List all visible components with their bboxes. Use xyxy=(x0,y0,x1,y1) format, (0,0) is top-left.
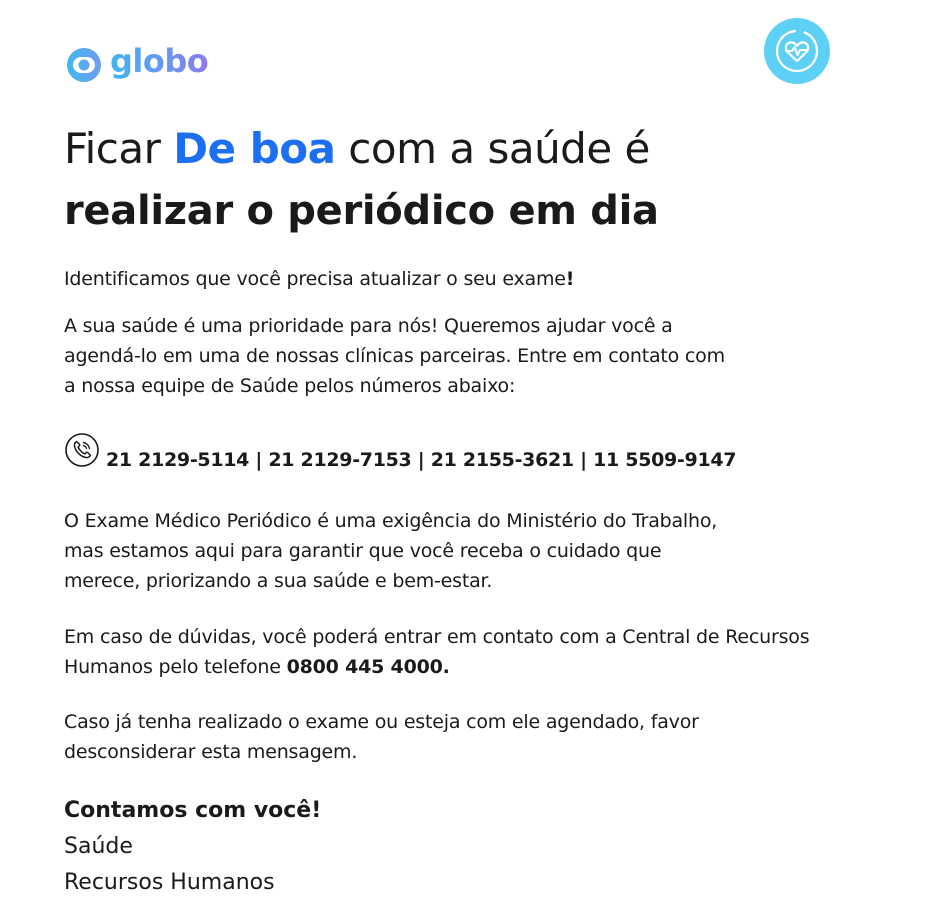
paragraph-line: merece, priorizando a sua saúde e bem-es… xyxy=(64,570,493,592)
paragraph-contact-hr: Em caso de dúvidas, você poderá entrar e… xyxy=(64,622,810,682)
paragraph-line: mas estamos aqui para garantir que você … xyxy=(64,540,662,562)
paragraph-line: Caso já tenha realizado o exame ou estej… xyxy=(64,711,699,733)
paragraph-line: a nossa equipe de Saúde pelos números ab… xyxy=(64,375,516,397)
headline-accent: De boa xyxy=(173,124,336,173)
phone-numbers-row: 21 2129-5114 | 21 2129-7153 | 21 2155-36… xyxy=(64,432,737,473)
globo-logo: globo xyxy=(64,40,209,86)
heart-pulse-icon xyxy=(775,29,819,73)
globo-logo-icon xyxy=(67,48,101,82)
paragraph-line: desconsiderar esta mensagem. xyxy=(64,741,358,763)
signature-team: Recursos Humanos xyxy=(64,870,275,895)
signature-closing: Contamos com você! xyxy=(64,798,322,823)
intro-paragraph: Identificamos que você precisa atualizar… xyxy=(64,264,574,294)
headline-suffix: com a saúde é xyxy=(335,124,650,173)
paragraph-line: Humanos pelo telefone xyxy=(64,656,287,678)
intro-mark: ! xyxy=(565,268,575,290)
paragraph-disregard: Caso já tenha realizado o exame ou estej… xyxy=(64,707,699,767)
paragraph-line: O Exame Médico Periódico é uma exigência… xyxy=(64,510,718,532)
headline: Ficar De boa com a saúde é realizar o pe… xyxy=(64,118,864,242)
hr-phone-number[interactable]: 0800 445 4000. xyxy=(287,656,450,678)
headline-prefix: Ficar xyxy=(64,124,174,173)
phone-icon xyxy=(65,433,99,467)
headline-line-2: realizar o periódico em dia xyxy=(64,188,659,234)
headline-line-1: Ficar De boa com a saúde é xyxy=(64,118,864,180)
health-badge xyxy=(764,18,830,84)
email-page: globo Ficar De boa com a saúde é realiza… xyxy=(0,0,930,907)
paragraph-line: Em caso de dúvidas, você poderá entrar e… xyxy=(64,626,810,648)
paragraph-priority: A sua saúde é uma prioridade para nós! Q… xyxy=(64,311,725,401)
paragraph-requirement: O Exame Médico Periódico é uma exigência… xyxy=(64,506,717,596)
signature-department: Saúde xyxy=(64,834,133,859)
globo-wordmark: globo xyxy=(110,42,209,80)
paragraph-line: agendá-lo em uma de nossas clínicas parc… xyxy=(64,345,725,367)
phone-numbers[interactable]: 21 2129-5114 | 21 2129-7153 | 21 2155-36… xyxy=(106,447,737,473)
intro-text: Identificamos que você precisa atualizar… xyxy=(64,268,566,290)
paragraph-line: A sua saúde é uma prioridade para nós! Q… xyxy=(64,315,673,337)
